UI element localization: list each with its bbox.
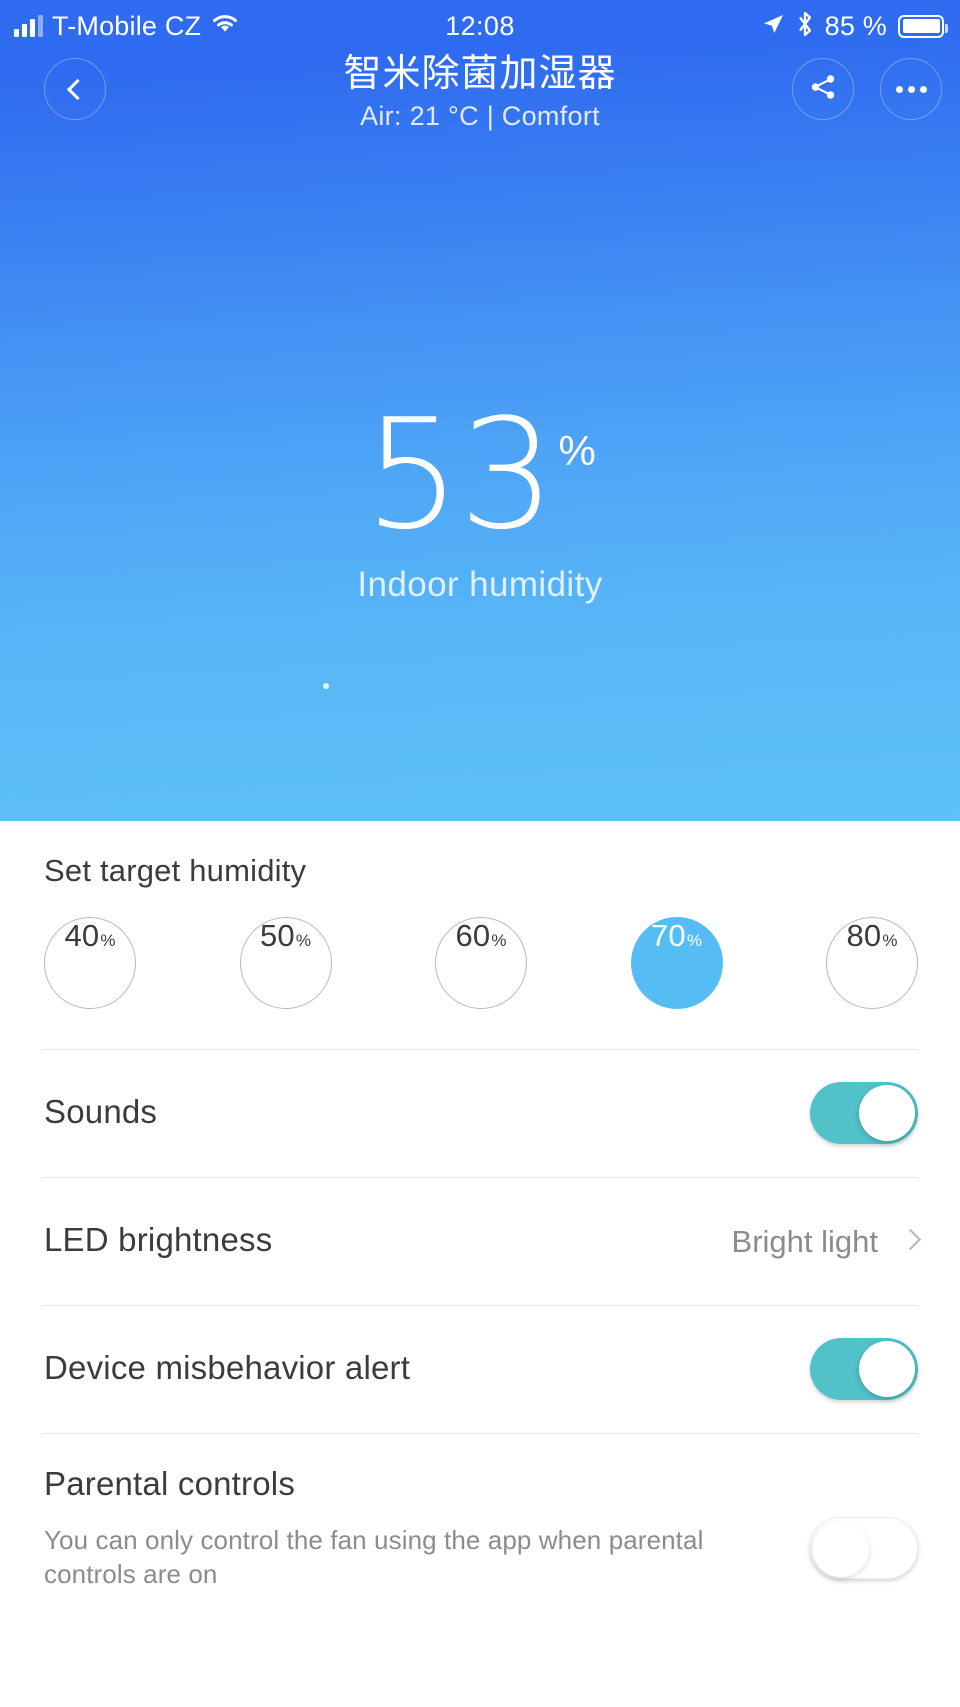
parental-controls-description: You can only control the fan using the a… xyxy=(44,1525,704,1590)
humidity-option-value: 80 xyxy=(846,918,882,953)
parental-controls-toggle[interactable] xyxy=(810,1517,918,1579)
hero-section: T-Mobile CZ 12:08 85 % 智米除菌加湿器 Air: 21 °… xyxy=(0,0,960,821)
led-brightness-label: LED brightness xyxy=(44,1221,273,1258)
share-button[interactable] xyxy=(792,58,854,120)
parental-controls-label: Parental controls xyxy=(44,1465,296,1502)
status-bar-right: 85 % xyxy=(761,10,948,42)
humidity-label: Indoor humidity xyxy=(357,564,603,604)
humidity-option-value: 40 xyxy=(64,918,100,953)
humidity-option-60[interactable]: 60 % xyxy=(435,917,527,1009)
settings-panel: Set target humidity 40 % 50 % 60 % 70 % … xyxy=(0,821,960,1707)
setting-row-parental-controls[interactable]: Parental controls You can only control t… xyxy=(0,1433,960,1589)
humidity-reading: 53 % Indoor humidity xyxy=(0,386,960,605)
humidity-option-70[interactable]: 70 % xyxy=(630,917,723,1009)
sounds-toggle[interactable] xyxy=(810,1082,918,1144)
share-icon xyxy=(808,72,838,107)
humidity-value: 53 xyxy=(364,386,555,563)
setting-row-device-misbehavior-alert[interactable]: Device misbehavior alert xyxy=(0,1305,960,1433)
hero-indicator-dot xyxy=(323,683,329,689)
toggle-knob xyxy=(859,1085,915,1141)
section-title-target-humidity: Set target humidity xyxy=(44,853,307,888)
device-misbehavior-alert-label: Device misbehavior alert xyxy=(44,1349,411,1386)
setting-row-sounds[interactable]: Sounds xyxy=(0,1049,960,1177)
app-screen: T-Mobile CZ 12:08 85 % 智米除菌加湿器 Air: 21 °… xyxy=(0,0,960,1707)
humidity-value-row: 53 % xyxy=(364,386,596,563)
setting-row-led-brightness[interactable]: LED brightness Bright light xyxy=(0,1177,960,1305)
humidity-option-50[interactable]: 50 % xyxy=(239,917,332,1009)
navigation-bar: 智米除菌加湿器 Air: 21 °C | Comfort xyxy=(0,52,960,164)
humidity-option-unit: % xyxy=(882,931,898,950)
humidity-unit: % xyxy=(558,427,596,474)
toggle-knob xyxy=(813,1521,869,1577)
more-options-icon xyxy=(895,85,927,93)
humidity-option-value: 70 xyxy=(650,918,686,953)
more-options-button[interactable] xyxy=(880,58,942,120)
humidity-option-unit: % xyxy=(491,931,507,950)
humidity-option-40[interactable]: 40 % xyxy=(44,917,136,1009)
led-brightness-value: Bright light xyxy=(731,1224,878,1259)
battery-icon xyxy=(898,14,948,38)
humidity-option-unit: % xyxy=(295,931,311,950)
bluetooth-icon xyxy=(796,11,814,42)
toggle-knob xyxy=(859,1341,915,1397)
humidity-option-unit: % xyxy=(686,931,702,950)
device-misbehavior-alert-toggle[interactable] xyxy=(810,1338,918,1400)
clock-label: 12:08 xyxy=(445,10,515,41)
humidity-option-value: 60 xyxy=(455,918,491,953)
status-bar: T-Mobile CZ 12:08 85 % xyxy=(0,0,960,52)
location-arrow-icon xyxy=(761,12,785,41)
humidity-option-unit: % xyxy=(100,931,116,950)
humidity-option-value: 50 xyxy=(259,918,295,953)
chevron-right-icon xyxy=(899,1228,922,1251)
battery-percent-label: 85 % xyxy=(824,10,887,41)
humidity-option-80[interactable]: 80 % xyxy=(826,917,918,1009)
target-humidity-options: 40 % 50 % 60 % 70 % 80 % xyxy=(44,917,918,1009)
sounds-label: Sounds xyxy=(44,1093,158,1130)
